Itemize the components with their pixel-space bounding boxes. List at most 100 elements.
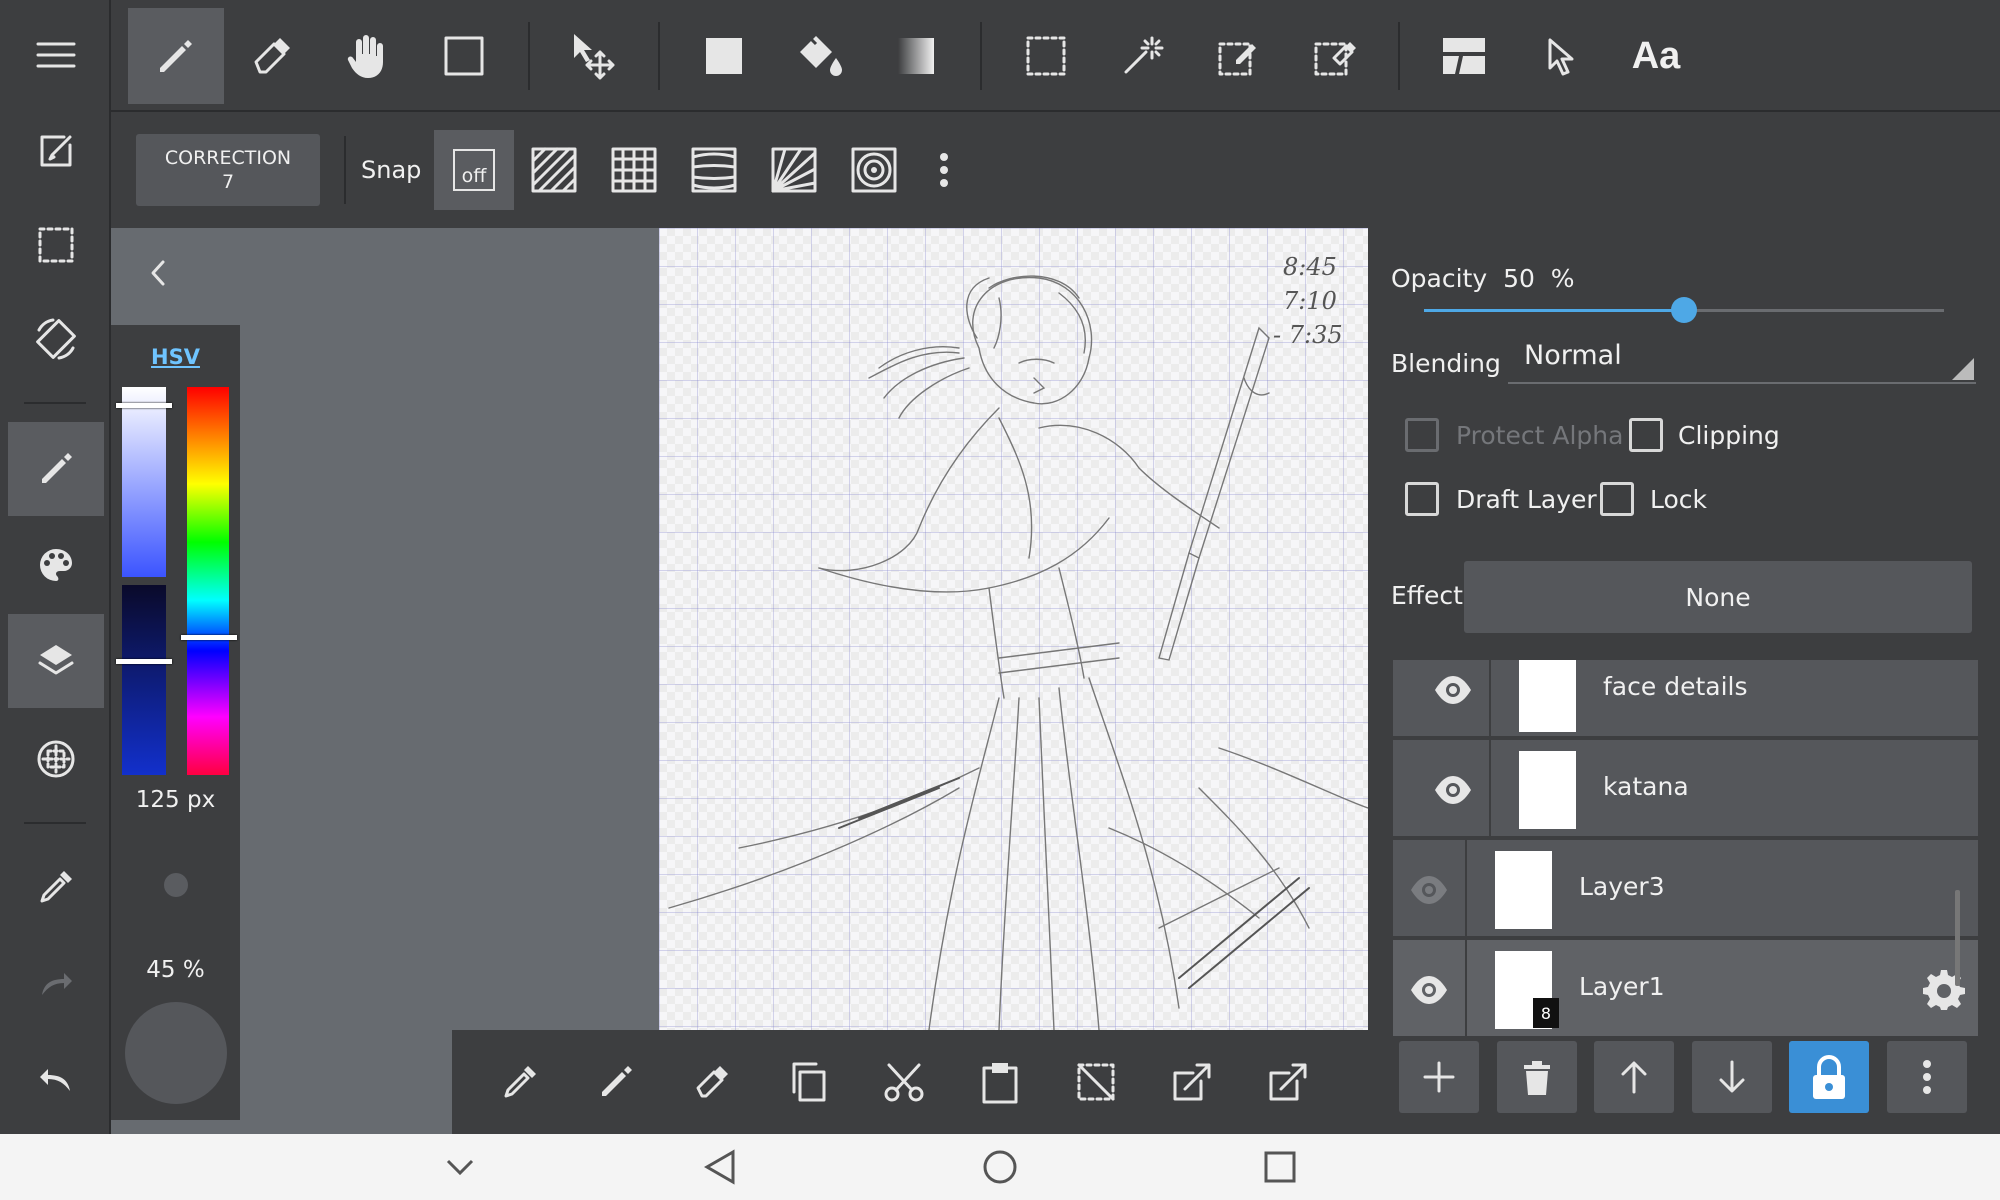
draft-layer-checkbox[interactable] bbox=[1405, 482, 1439, 516]
eye-icon[interactable] bbox=[1433, 770, 1473, 810]
frame-divider-icon[interactable] bbox=[1416, 8, 1512, 104]
effect-value: None bbox=[1685, 582, 1751, 612]
blending-select[interactable]: Normal bbox=[1508, 334, 1976, 384]
move-layer-down-icon[interactable] bbox=[1692, 1041, 1772, 1113]
snap-radial-lines-icon[interactable] bbox=[754, 130, 834, 210]
layer-more-icon[interactable] bbox=[1887, 1041, 1967, 1113]
more-tools-icon[interactable] bbox=[1342, 1050, 1368, 1114]
opacity-value: 50 bbox=[1503, 264, 1535, 293]
menu-icon[interactable] bbox=[8, 8, 104, 102]
canvas-note: 7:10 bbox=[1283, 287, 1337, 315]
add-layer-icon[interactable] bbox=[1399, 1041, 1479, 1113]
snap-concentric-icon[interactable] bbox=[834, 130, 914, 210]
lock-layer-icon[interactable] bbox=[1789, 1041, 1869, 1113]
hsv-mode-link[interactable]: HSV bbox=[111, 345, 240, 369]
saturation-slider[interactable] bbox=[122, 387, 166, 577]
select-rect-tool-icon[interactable] bbox=[998, 8, 1094, 104]
opacity-handle[interactable] bbox=[1671, 297, 1697, 323]
grid-snap-icon[interactable] bbox=[8, 712, 104, 806]
layer-list: face details katana Layer3 8 Layer1 bbox=[1393, 660, 1978, 1052]
layer-name: katana bbox=[1603, 772, 1689, 801]
correction-label: CORRECTION bbox=[164, 147, 292, 169]
selection-icon[interactable] bbox=[8, 198, 104, 292]
select-pen-tool-icon[interactable] bbox=[1190, 8, 1286, 104]
text-tool-button[interactable]: Aa bbox=[1608, 8, 1704, 104]
correction-button[interactable]: CORRECTION 7 bbox=[136, 134, 320, 206]
saturation-handle[interactable] bbox=[116, 403, 172, 408]
export-icon[interactable] bbox=[1160, 1050, 1224, 1114]
layer-row[interactable]: katana bbox=[1393, 740, 1978, 838]
eyedropper-icon[interactable] bbox=[8, 840, 104, 934]
snap-off-label: off bbox=[461, 165, 487, 187]
layers-icon[interactable] bbox=[8, 614, 104, 708]
layer-panel: Opacity 50 % Blending Normal Protect Alp… bbox=[1368, 228, 2000, 1134]
value-handle[interactable] bbox=[116, 659, 172, 664]
snap-perspective-icon[interactable] bbox=[674, 130, 754, 210]
hide-keyboard-chevron-icon[interactable] bbox=[435, 1142, 485, 1192]
lock-label: Lock bbox=[1650, 485, 1708, 514]
select-eraser-tool-icon[interactable] bbox=[1286, 8, 1382, 104]
brush-size-preview bbox=[164, 873, 188, 897]
undo-icon[interactable] bbox=[8, 1032, 104, 1126]
bottom-toolbar bbox=[452, 1030, 1368, 1134]
copy-icon[interactable] bbox=[776, 1050, 840, 1114]
lock-checkbox[interactable] bbox=[1600, 482, 1634, 516]
move-tool-icon[interactable] bbox=[546, 8, 642, 104]
deselect-icon[interactable] bbox=[1064, 1050, 1128, 1114]
hue-slider[interactable] bbox=[187, 387, 229, 775]
hand-tool-icon[interactable] bbox=[320, 8, 416, 104]
layer-row[interactable]: face details bbox=[1393, 660, 1978, 738]
back-icon[interactable] bbox=[695, 1142, 745, 1192]
operation-tool-icon[interactable] bbox=[1512, 8, 1608, 104]
sketch-artwork bbox=[668, 275, 1368, 1030]
bucket-tool-icon[interactable] bbox=[772, 8, 868, 104]
redo-icon[interactable] bbox=[8, 936, 104, 1030]
gradient-tool-icon[interactable] bbox=[868, 8, 964, 104]
eraser-icon[interactable] bbox=[680, 1050, 744, 1114]
snap-more-icon[interactable] bbox=[914, 130, 974, 210]
palette-icon[interactable] bbox=[8, 518, 104, 612]
edit-canvas-icon[interactable] bbox=[8, 104, 104, 198]
clipping-checkbox[interactable] bbox=[1629, 418, 1663, 452]
cut-icon[interactable] bbox=[872, 1050, 936, 1114]
eraser-tool-icon[interactable] bbox=[224, 8, 320, 104]
value-slider[interactable] bbox=[122, 585, 166, 775]
layer-thumbnail bbox=[1519, 751, 1576, 829]
draft-layer-label: Draft Layer bbox=[1456, 485, 1597, 514]
snap-off-button[interactable]: off bbox=[434, 130, 514, 210]
hue-handle[interactable] bbox=[181, 635, 237, 640]
brush-panel-icon[interactable] bbox=[8, 422, 104, 516]
pen-icon[interactable] bbox=[584, 1050, 648, 1114]
layer-name: Layer3 bbox=[1579, 872, 1665, 901]
effect-button[interactable]: None bbox=[1464, 561, 1972, 633]
recents-icon[interactable] bbox=[1255, 1142, 1305, 1192]
paste-icon[interactable] bbox=[968, 1050, 1032, 1114]
rectangle-tool-icon[interactable] bbox=[416, 8, 512, 104]
move-layer-up-icon[interactable] bbox=[1594, 1041, 1674, 1113]
eye-icon[interactable] bbox=[1409, 970, 1449, 1010]
brush-opacity-value: 45 % bbox=[146, 957, 205, 983]
home-icon[interactable] bbox=[975, 1142, 1025, 1192]
eyedropper-icon[interactable] bbox=[488, 1050, 552, 1114]
layer-scrollbar[interactable] bbox=[1955, 890, 1960, 986]
snap-parallel-icon[interactable] bbox=[514, 130, 594, 210]
rotate-canvas-icon[interactable] bbox=[8, 292, 104, 386]
canvas-note: 8:45 bbox=[1283, 253, 1337, 281]
layer-row-selected[interactable]: 8 Layer1 bbox=[1393, 940, 1978, 1038]
fill-rect-tool-icon[interactable] bbox=[676, 8, 772, 104]
opacity-slider[interactable] bbox=[1424, 297, 1944, 323]
snap-label: Snap bbox=[361, 156, 422, 184]
eye-icon[interactable] bbox=[1433, 670, 1473, 710]
pen-tool-icon[interactable] bbox=[128, 8, 224, 104]
current-color-swatch[interactable] bbox=[125, 1002, 227, 1104]
protect-alpha-checkbox[interactable] bbox=[1405, 418, 1439, 452]
snap-grid-icon[interactable] bbox=[594, 130, 674, 210]
export-selection-icon[interactable] bbox=[1256, 1050, 1320, 1114]
layer-row[interactable]: Layer3 bbox=[1393, 840, 1978, 938]
blending-label: Blending bbox=[1391, 349, 1501, 378]
drawing-canvas[interactable]: 8:45 7:10 - 7:35 bbox=[659, 228, 1368, 1030]
delete-layer-icon[interactable] bbox=[1497, 1041, 1577, 1113]
collapse-panel-icon[interactable] bbox=[147, 258, 171, 288]
eye-hidden-icon[interactable] bbox=[1409, 870, 1449, 910]
magic-wand-tool-icon[interactable] bbox=[1094, 8, 1190, 104]
